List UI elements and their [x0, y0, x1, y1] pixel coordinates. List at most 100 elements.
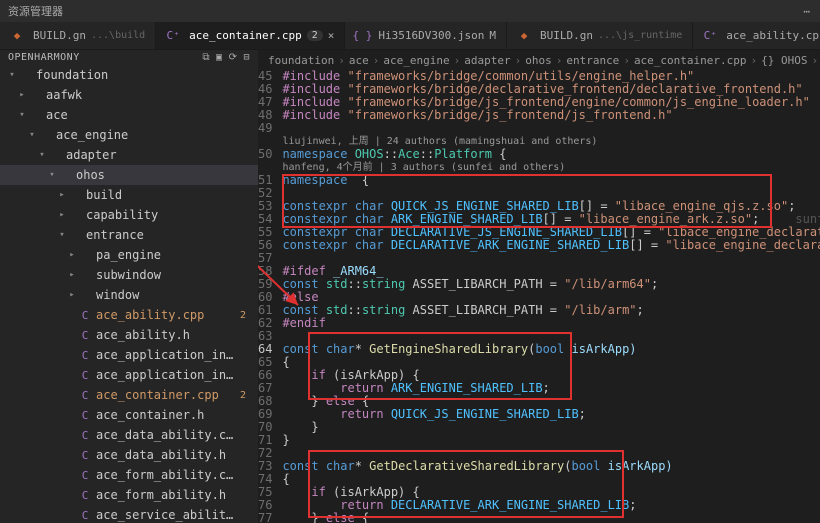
twisty-icon[interactable]: ▸ — [56, 210, 68, 220]
breadcrumb-segment[interactable]: ace — [349, 54, 369, 67]
breadcrumb[interactable]: foundation›ace›ace_engine›adapter›ohos›e… — [258, 50, 820, 70]
sidebar: OPENHARMONY ⧉ ▣ ⟳ ⊟ ▾foundation▸aafwk▾ac… — [0, 50, 258, 523]
hdr-icon: C — [78, 489, 92, 502]
tab-subpath: ...\js_runtime — [598, 30, 682, 41]
code-line: const std::string ASSET_LIBARCH_PATH = "… — [282, 304, 820, 317]
chevron-right-icon: › — [812, 54, 819, 67]
twisty-icon[interactable]: ▸ — [66, 270, 78, 280]
code-line: return QUICK_JS_ENGINE_SHARED_LIB; — [282, 408, 820, 421]
tree-item-ace_data_ability-h[interactable]: Cace_data_ability.h — [0, 445, 258, 465]
tab-ace_ability-cpp[interactable]: C⁺ace_ability.cpp2 — [693, 22, 820, 49]
twisty-icon[interactable]: ▾ — [56, 230, 68, 240]
cpp-icon: C — [78, 349, 92, 362]
code-line: #endif — [282, 317, 820, 330]
hdr-icon: C — [78, 369, 92, 382]
twisty-icon[interactable]: ▾ — [6, 70, 18, 80]
twisty-icon[interactable]: ▸ — [16, 90, 28, 100]
collapse-icon[interactable]: ⊟ — [243, 52, 250, 63]
tab-BUILD-gn[interactable]: ◆BUILD.gn...\js_runtime — [507, 22, 693, 49]
breadcrumb-segment[interactable]: adapter — [464, 54, 510, 67]
tree-item-aafwk[interactable]: ▸ aafwk — [0, 85, 258, 105]
twisty-icon[interactable]: ▾ — [46, 170, 58, 180]
breadcrumb-segment[interactable]: ohos — [525, 54, 552, 67]
code-line: constexpr char DECLARATIVE_ARK_ENGINE_SH… — [282, 239, 820, 252]
tree-label: ace_service_ability.cpp — [96, 508, 236, 522]
tree-item-ace_form_ability-cpp[interactable]: Cace_form_ability.cpp — [0, 465, 258, 485]
tree-item-ace_engine[interactable]: ▾ace_engine — [0, 125, 258, 145]
code-line: } — [282, 434, 820, 447]
tree-label: subwindow — [96, 268, 236, 282]
tree-item-ace[interactable]: ▾ace — [0, 105, 258, 125]
titlebar-title: 资源管理器 — [8, 3, 63, 19]
cpp-icon: C — [78, 429, 92, 442]
breadcrumb-segment[interactable]: foundation — [268, 54, 334, 67]
tab-subpath: ...\build — [91, 30, 145, 41]
code-line: namespace { — [282, 174, 820, 187]
tree-item-window[interactable]: ▸ window — [0, 285, 258, 305]
tree-item-ace_ability-cpp[interactable]: Cace_ability.cpp2 — [0, 305, 258, 325]
tree-label: ace_data_ability.h — [96, 448, 236, 462]
new-folder-icon[interactable]: ▣ — [216, 52, 223, 63]
cpp-icon: C — [78, 389, 92, 402]
tree-item-build[interactable]: ▸build — [0, 185, 258, 205]
code-line: const std::string ASSET_LIBARCH_PATH = "… — [282, 278, 820, 291]
tree-item-entrance[interactable]: ▾ entrance — [0, 225, 258, 245]
tree-item-ace_application_info-cpp[interactable]: Cace_application_info.cpp — [0, 345, 258, 365]
tree-item-ace_ability-h[interactable]: Cace_ability.h — [0, 325, 258, 345]
breadcrumb-segment[interactable]: ace_container.cpp — [634, 54, 747, 67]
new-file-icon[interactable]: ⧉ — [202, 52, 210, 63]
chevron-right-icon: › — [623, 54, 630, 67]
tree-item-foundation[interactable]: ▾foundation — [0, 65, 258, 85]
tree-item-pa_engine[interactable]: ▸pa_engine — [0, 245, 258, 265]
tree-item-ace_service_ability-cpp[interactable]: Cace_service_ability.cpp — [0, 505, 258, 523]
twisty-icon[interactable]: ▾ — [36, 150, 48, 160]
code-line: } else { — [282, 512, 820, 523]
tree-label: ace_ability.cpp — [96, 308, 236, 322]
code-line: namespace OHOS::Ace::Platform { — [282, 148, 820, 161]
twisty-icon[interactable]: ▾ — [16, 110, 28, 120]
twisty-icon[interactable]: ▸ — [56, 190, 68, 200]
tab-label: Hi3516DV300.json — [378, 29, 484, 42]
tree-item-ace_container-h[interactable]: Cace_container.h — [0, 405, 258, 425]
tab-Hi3516DV300-json[interactable]: { }Hi3516DV300.jsonM — [345, 22, 507, 49]
tree-item-ace_form_ability-h[interactable]: Cace_form_ability.h — [0, 485, 258, 505]
cpp-icon: C — [78, 469, 92, 482]
hdr-icon: C — [78, 409, 92, 422]
tree-label: entrance — [86, 228, 236, 242]
breadcrumb-segment[interactable]: entrance — [566, 54, 619, 67]
breadcrumb-segment[interactable]: ace_engine — [383, 54, 449, 67]
tree-item-capability[interactable]: ▸ capability — [0, 205, 258, 225]
tab-label: BUILD.gn — [33, 29, 86, 42]
tab-ace_container-cpp[interactable]: C⁺ace_container.cpp2× — [156, 22, 345, 49]
hdr-icon: C — [78, 449, 92, 462]
code-area[interactable]: 4546474849505152535455565758596061626364… — [258, 70, 820, 523]
close-icon[interactable]: × — [328, 29, 335, 42]
tree-label: ace_container.cpp — [96, 388, 236, 402]
tree-label: aafwk — [46, 88, 236, 102]
titlebar-menu-icon[interactable]: ⋯ — [803, 5, 812, 18]
tab-BUILD-gn[interactable]: ◆ BUILD.gn ...\build — [0, 22, 156, 49]
tree-item-ohos[interactable]: ▾ohos — [0, 165, 258, 185]
breadcrumb-segment[interactable]: {} OHOS — [761, 54, 807, 67]
cpp-icon: C — [78, 509, 92, 522]
twisty-icon[interactable]: ▸ — [66, 250, 78, 260]
tree-item-ace_application_info-h[interactable]: Cace_application_info.h — [0, 365, 258, 385]
tree-label: window — [96, 288, 236, 302]
tree-label: ace_application_info.h — [96, 368, 236, 382]
tree-item-subwindow[interactable]: ▸ subwindow — [0, 265, 258, 285]
gn-icon: ◆ — [10, 29, 24, 42]
file-tree[interactable]: ▾foundation▸aafwk▾ace▾ace_engine▾adapter… — [0, 65, 258, 523]
titlebar: 资源管理器 ⋯ — [0, 0, 820, 22]
code-line: #include "frameworks/bridge/js_frontend/… — [282, 109, 820, 122]
tree-item-adapter[interactable]: ▾ adapter — [0, 145, 258, 165]
workspace-name: OPENHARMONY — [8, 52, 80, 63]
tree-badge: 2 — [236, 310, 250, 321]
tree-item-ace_data_ability-cpp[interactable]: Cace_data_ability.cpp — [0, 425, 258, 445]
refresh-icon[interactable]: ⟳ — [229, 52, 238, 63]
tree-label: capability — [86, 208, 236, 222]
tree-item-ace_container-cpp[interactable]: Cace_container.cpp2 — [0, 385, 258, 405]
twisty-icon[interactable]: ▸ — [66, 290, 78, 300]
code-lines[interactable]: #include "frameworks/bridge/common/utils… — [282, 70, 820, 523]
twisty-icon[interactable]: ▾ — [26, 130, 38, 140]
tree-label: adapter — [66, 148, 236, 162]
